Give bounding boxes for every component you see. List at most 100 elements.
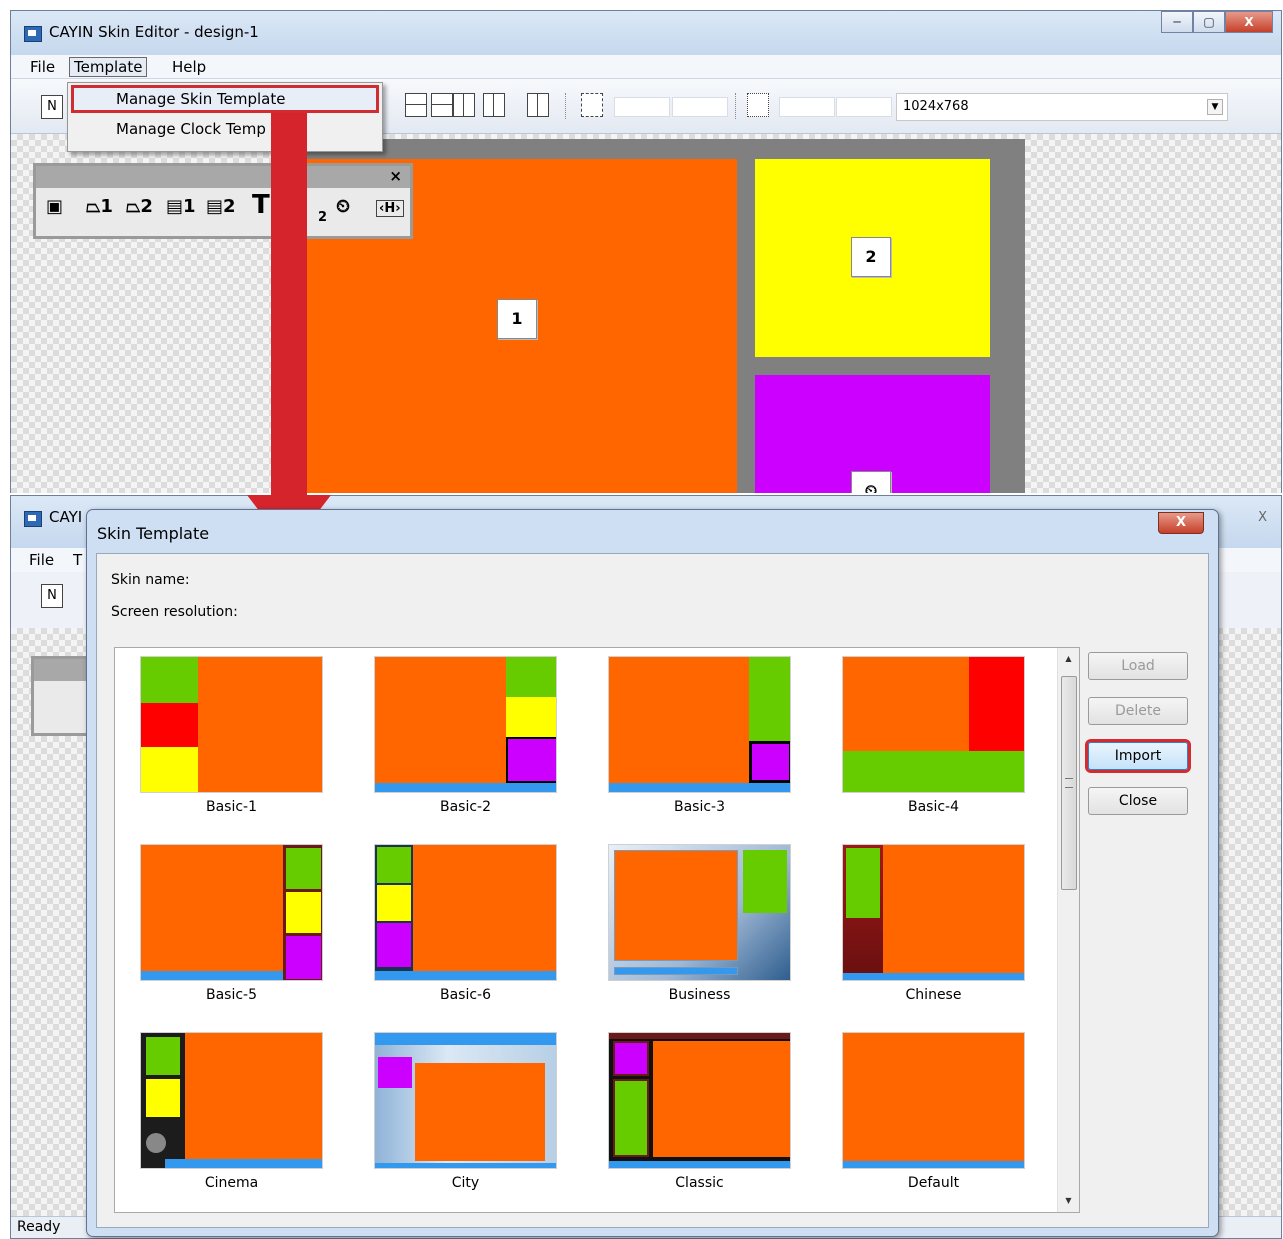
- layout-split-icon[interactable]: [453, 93, 475, 117]
- load-button[interactable]: Load: [1088, 652, 1188, 680]
- chevron-down-icon[interactable]: ▼: [1207, 99, 1223, 115]
- height-field[interactable]: [672, 97, 728, 117]
- video1-tool-icon[interactable]: ⏢1: [86, 196, 113, 217]
- dialog-body: Skin name: Screen resolution: Basic-1 Ba…: [96, 553, 1209, 1228]
- scroll-down-icon[interactable]: ▼: [1058, 1192, 1079, 1210]
- clock-tool-icon[interactable]: ⏲: [336, 196, 350, 217]
- clock-zone[interactable]: ⏲: [755, 375, 990, 493]
- floating-toolbar-header: [34, 659, 94, 681]
- text2-tool-icon[interactable]: 2: [318, 210, 327, 225]
- app-icon: [24, 26, 42, 42]
- resolution-select[interactable]: 1024x768 ▼: [896, 93, 1228, 121]
- html-tool-icon[interactable]: ‹H›: [376, 200, 404, 217]
- template-thumbnail: [140, 1032, 323, 1169]
- template-classic[interactable]: Classic: [608, 1032, 791, 1191]
- maximize-button[interactable]: ▢: [1193, 11, 1225, 33]
- menu-item-manage-skin-template[interactable]: Manage Skin Template: [116, 90, 285, 108]
- x-field[interactable]: [779, 97, 835, 117]
- template-label: Cinema: [204, 1175, 259, 1191]
- template-label: Basic-2: [439, 799, 492, 815]
- menu-file[interactable]: File: [27, 58, 58, 76]
- close-button[interactable]: Close: [1088, 787, 1188, 815]
- new-button[interactable]: N: [41, 95, 63, 119]
- template-basic-2[interactable]: Basic-2: [374, 656, 557, 815]
- floating-toolbar: × ▣ ⏢1 ⏢2 ▤1 ▤2 T 2 ⏲ ‹H›: [33, 163, 413, 239]
- scrollbar-thumb[interactable]: [1061, 676, 1077, 890]
- template-thumbnail: [842, 1032, 1025, 1169]
- template-thumbnail: [374, 656, 557, 793]
- template-thumbnail: [374, 1032, 557, 1169]
- template-cinema[interactable]: Cinema: [140, 1032, 323, 1191]
- video1-icon: 1: [497, 299, 537, 339]
- window-title: CAYI: [49, 508, 83, 526]
- delete-button[interactable]: Delete: [1088, 697, 1188, 725]
- image-zone-2[interactable]: 2: [755, 159, 990, 357]
- close-window-button[interactable]: X: [1258, 510, 1267, 525]
- menu-file[interactable]: File: [29, 551, 54, 569]
- floating-toolbar-header[interactable]: ×: [36, 166, 410, 188]
- skin-editor-window-top: CAYIN Skin Editor - design-1 ─ ▢ X File …: [10, 10, 1282, 493]
- menu-bar: File Template Help: [11, 55, 1281, 79]
- video2-tool-icon[interactable]: ⏢2: [126, 196, 153, 217]
- y-field[interactable]: [836, 97, 892, 117]
- menu-template[interactable]: T: [73, 551, 82, 569]
- layout-top-icon[interactable]: [405, 93, 427, 117]
- red-arrow-shaft: [271, 113, 307, 495]
- window-title: CAYIN Skin Editor - design-1: [49, 23, 259, 41]
- template-business[interactable]: Business: [608, 844, 791, 1003]
- template-default[interactable]: Default: [842, 1032, 1025, 1191]
- dialog-close-button[interactable]: X: [1158, 512, 1204, 534]
- template-label: City: [451, 1175, 480, 1191]
- title-bar: CAYIN Skin Editor - design-1 ─ ▢ X: [11, 11, 1281, 55]
- template-city[interactable]: City: [374, 1032, 557, 1191]
- template-thumbnail: [374, 844, 557, 981]
- resolution-value: 1024x768: [903, 99, 969, 114]
- clock-icon: ⏲: [851, 471, 891, 493]
- image1-tool-icon[interactable]: ▤1: [166, 196, 196, 217]
- grip-icon: [1065, 778, 1073, 788]
- template-thumbnail: [608, 1032, 791, 1169]
- layout-bottom-icon[interactable]: [431, 93, 453, 117]
- menu-help[interactable]: Help: [169, 58, 209, 76]
- background-tool-icon[interactable]: ▣: [46, 196, 63, 217]
- app-icon: [24, 511, 42, 527]
- template-basic-3[interactable]: Basic-3: [608, 656, 791, 815]
- template-basic-5[interactable]: Basic-5: [140, 844, 323, 1003]
- scroll-up-icon[interactable]: ▲: [1058, 650, 1079, 668]
- template-thumbnail: [608, 844, 791, 981]
- template-label: Basic-3: [673, 799, 726, 815]
- image2-tool-icon[interactable]: ▤2: [206, 196, 236, 217]
- position-icon[interactable]: [747, 93, 769, 117]
- template-label: Basic-6: [439, 987, 492, 1003]
- skin-template-dialog: Skin Template X Skin name: Screen resolu…: [86, 509, 1219, 1237]
- template-label: Basic-4: [907, 799, 960, 815]
- close-icon[interactable]: ×: [389, 167, 402, 185]
- toolbar-separator: [735, 93, 736, 119]
- template-basic-4[interactable]: Basic-4: [842, 656, 1025, 815]
- template-label: Business: [668, 987, 731, 1003]
- template-thumbnail: [140, 656, 323, 793]
- template-basic-6[interactable]: Basic-6: [374, 844, 557, 1003]
- template-thumbnail: [608, 656, 791, 793]
- menu-template[interactable]: Template: [69, 57, 148, 77]
- menu-item-manage-clock-template[interactable]: Manage Clock Temp: [116, 120, 266, 138]
- close-window-button[interactable]: X: [1225, 11, 1273, 33]
- screen-resolution-label: Screen resolution:: [111, 604, 238, 620]
- template-basic-1[interactable]: Basic-1: [140, 656, 323, 815]
- align-right-icon[interactable]: [527, 93, 549, 117]
- template-scrollbar[interactable]: ▲ ▼: [1057, 648, 1079, 1212]
- align-left-icon[interactable]: [483, 93, 505, 117]
- template-label: Basic-5: [205, 987, 258, 1003]
- template-menu-dropdown: Manage Skin Template Manage Clock Temp: [67, 82, 383, 152]
- import-button[interactable]: Import: [1088, 742, 1188, 770]
- new-button[interactable]: N: [41, 584, 63, 608]
- minimize-button[interactable]: ─: [1161, 11, 1193, 33]
- template-chinese[interactable]: Chinese: [842, 844, 1025, 1003]
- skin-name-label: Skin name:: [111, 572, 190, 588]
- template-thumbnail: [140, 844, 323, 981]
- width-field[interactable]: [614, 97, 670, 117]
- toolbar-separator: [565, 93, 566, 119]
- text-tool-icon[interactable]: T: [252, 190, 270, 220]
- size-icon[interactable]: [581, 93, 603, 117]
- template-thumbnail: [842, 656, 1025, 793]
